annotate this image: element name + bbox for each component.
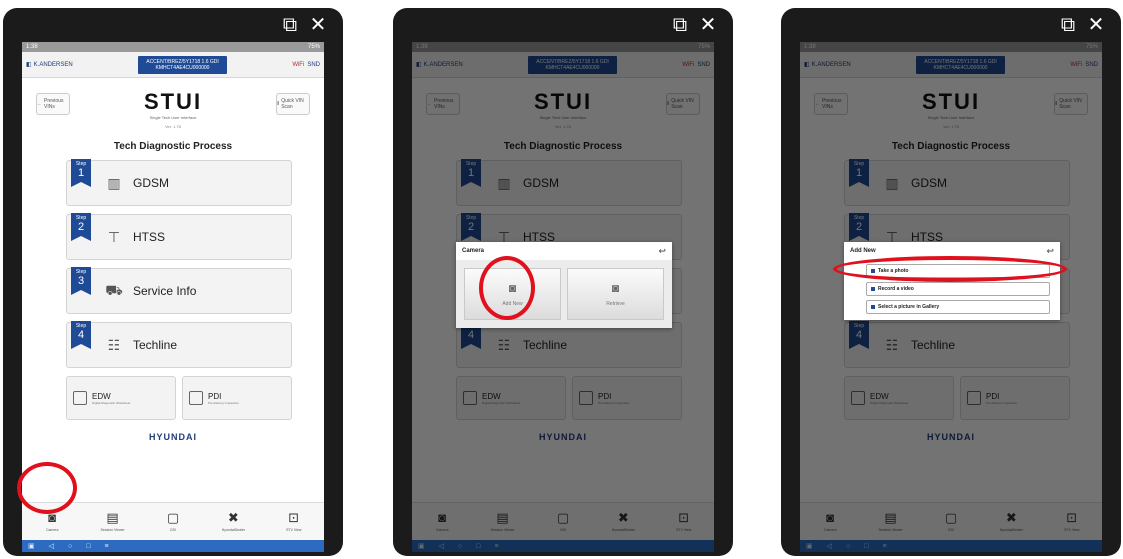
- scan-tool-icon: ▥: [107, 174, 121, 191]
- menu-icon[interactable]: ≡: [104, 543, 108, 550]
- bullet-icon: [871, 305, 875, 309]
- step-service-info[interactable]: Step 3 ⛟ Service Info: [66, 267, 292, 314]
- external-controls: ⧉ ✕: [279, 14, 329, 36]
- people-icon: ☷: [107, 336, 121, 353]
- sound-icon[interactable]: SND: [307, 62, 320, 68]
- highlight-add-new-circle: [479, 256, 535, 320]
- step-label: Service Info: [133, 284, 197, 298]
- status-bar: 1:38 75%: [22, 42, 324, 52]
- step-badge: Step1: [71, 159, 91, 187]
- nav-stv-view[interactable]: ⊡STV View: [272, 510, 316, 533]
- highlight-take-photo-ellipse: [833, 256, 1067, 282]
- dealer-icon: ✖: [227, 510, 239, 525]
- wifi-icon[interactable]: WiFi: [292, 62, 304, 68]
- step-label: GDSM: [133, 176, 169, 190]
- version-text: Ver. 1.78: [165, 124, 181, 129]
- highlight-camera-circle: [17, 462, 77, 514]
- screen: 1:38 75% ◧K.ANDERSEN ACCENT/BREZ/5Y1718 …: [800, 42, 1102, 552]
- external-link-icon[interactable]: ⧉: [1057, 14, 1079, 36]
- dealer-name: K.ANDERSEN: [33, 61, 73, 68]
- vehicle-model: ACCENT/BREZ/5Y1718 1.6 GDI: [146, 58, 219, 65]
- external-controls: ⧉ ✕: [1057, 14, 1107, 36]
- vehicle-banner[interactable]: ACCENT/BREZ/5Y1718 1.6 GDI KMHCT4AE4CU00…: [138, 55, 227, 74]
- quick-vin-scan-button[interactable]: ⦀ Quick VIN Scan: [276, 93, 310, 115]
- barcode-icon: ⦀: [277, 101, 280, 107]
- retrieve-button[interactable]: ◙ Retrieve: [567, 268, 664, 320]
- close-icon[interactable]: ✕: [1085, 14, 1107, 36]
- external-controls: ⧉ ✕: [669, 14, 719, 36]
- edw-card[interactable]: EDW Digital Diagnostic Worksheet: [66, 376, 176, 420]
- back-icon[interactable]: ◁: [49, 542, 54, 550]
- brand-row: ← Previous VINs STUI Single Tech User In…: [22, 78, 324, 130]
- hyundai-logo: HYUNDAI: [148, 432, 197, 442]
- status-time: 1:38: [26, 44, 38, 50]
- nav-gsi[interactable]: ▢GSI: [151, 510, 195, 533]
- process-title: Tech Diagnostic Process: [113, 141, 233, 152]
- stv-icon: ⊡: [288, 510, 300, 525]
- home-icon[interactable]: ○: [68, 543, 72, 550]
- car-info-icon: ⛟: [105, 281, 123, 298]
- select-gallery-option[interactable]: Select a picture in Gallery: [866, 300, 1050, 314]
- camera-retrieve-icon: ◙: [611, 281, 620, 295]
- nav-hyundai-dealer[interactable]: ✖HyundaiDealer: [211, 510, 255, 533]
- record-video-option[interactable]: Record a video: [866, 282, 1050, 296]
- previous-vins-button[interactable]: ← Previous VINs: [36, 93, 70, 115]
- step-techline[interactable]: Step 4 ☷ Techline: [66, 321, 292, 368]
- android-nav-bar: ▣ ◁ ○ □ ≡: [22, 540, 324, 552]
- step-badge: Step2: [71, 213, 91, 241]
- close-icon[interactable]: ✕: [307, 14, 329, 36]
- step-gdsm[interactable]: Step 1 ▥ GDSM: [66, 159, 292, 206]
- tablet-home: ⧉ ✕ 1:38 75% ◧ K.ANDERSEN ACCENT/BREZ/5Y…: [3, 8, 343, 556]
- return-icon[interactable]: ↩: [1046, 246, 1054, 257]
- close-icon[interactable]: ✕: [697, 14, 719, 36]
- bullet-icon: [871, 287, 875, 291]
- antenna-icon: ⊤: [107, 228, 121, 245]
- return-icon[interactable]: ↩: [658, 246, 666, 257]
- dialog-title: Camera: [462, 248, 485, 254]
- dealer-info[interactable]: ◧ K.ANDERSEN: [26, 61, 73, 69]
- gsi-icon: ▢: [166, 510, 180, 525]
- vehicle-vin: KMHCT4AE4CU000000: [155, 64, 210, 71]
- tablet-add-new-dialog: ⧉ ✕ 1:38 75% ◧K.ANDERSEN ACCENT/BREZ/5Y1…: [781, 8, 1121, 556]
- worksheet-icon: [73, 391, 87, 405]
- nav-camera[interactable]: ◙Camera: [30, 511, 74, 533]
- stui-logo: STUI Single Tech User Interface: [143, 88, 203, 120]
- arrow-left-icon: ←: [37, 101, 42, 107]
- dialog-header: Camera ↩: [456, 242, 672, 260]
- status-battery: 75%: [307, 44, 320, 50]
- step-badge: Step3: [71, 267, 91, 295]
- nav-session-viewer[interactable]: ▤Session Viewer: [91, 510, 135, 533]
- user-icon: ◧: [26, 62, 32, 68]
- bottom-nav: ◙Camera ▤Session Viewer ▢GSI ✖HyundaiDea…: [22, 502, 324, 540]
- external-link-icon[interactable]: ⧉: [669, 14, 691, 36]
- viewer-icon: ▤: [106, 510, 119, 525]
- screen: 1:38 75% ◧K.ANDERSEN ACCENT/BREZ/5Y1718 …: [412, 42, 714, 552]
- step-label: Techline: [133, 338, 178, 352]
- topbar-right: WiFi SND: [292, 62, 320, 68]
- tutorial-stage: ⧉ ✕ 1:38 75% ◧ K.ANDERSEN ACCENT/BREZ/5Y…: [0, 0, 1123, 559]
- step-htss[interactable]: Step 2 ⊤ HTSS: [66, 213, 292, 260]
- inspection-icon: [189, 391, 203, 405]
- top-bar: ◧ K.ANDERSEN ACCENT/BREZ/5Y1718 1.6 GDI …: [22, 52, 324, 78]
- tool-cards: EDW Digital Diagnostic Worksheet PDI Pre…: [66, 376, 292, 420]
- step-label: HTSS: [133, 230, 166, 244]
- pdi-card[interactable]: PDI Pre-Delivery Inspection: [182, 376, 292, 420]
- apps-icon[interactable]: ▣: [28, 542, 35, 550]
- tablet-camera-dialog: ⧉ ✕ 1:38 75% ◧K.ANDERSEN ACCENT/BREZ/5Y1…: [393, 8, 733, 556]
- dialog-title: Add New: [850, 248, 876, 254]
- external-link-icon[interactable]: ⧉: [279, 14, 301, 36]
- step-badge: Step4: [71, 321, 91, 349]
- recents-icon[interactable]: □: [86, 543, 90, 550]
